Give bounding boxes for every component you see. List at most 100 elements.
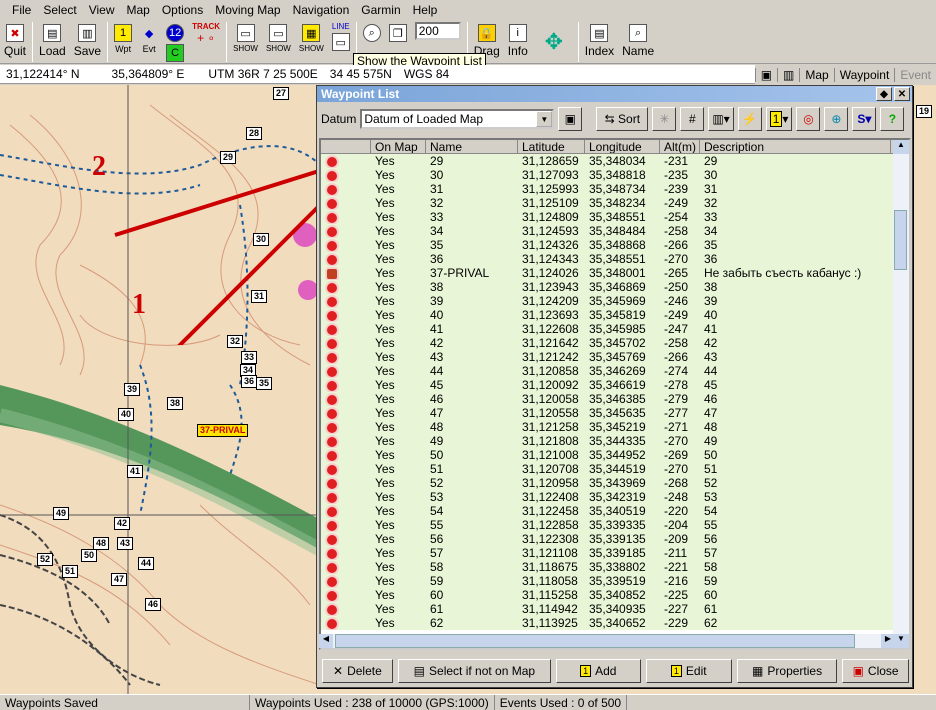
- scroll-up-arrow[interactable]: ▲: [893, 140, 909, 154]
- map-waypoint-label[interactable]: 19: [916, 105, 933, 118]
- table-row[interactable]: Yes 51 31,120708 35,344519 -270 51: [321, 462, 909, 476]
- table-row[interactable]: Yes 34 31,124593 35,348484 -258 34: [321, 224, 909, 238]
- map-waypoint-label[interactable]: 49: [53, 507, 70, 520]
- tab-waypoint[interactable]: Waypoint: [833, 67, 895, 82]
- evt-button[interactable]: ◆ Evt: [136, 20, 162, 64]
- menu-item-select[interactable]: Select: [37, 3, 82, 17]
- map-waypoint-label[interactable]: 47: [111, 573, 128, 586]
- scroll-thumb[interactable]: [894, 210, 907, 270]
- help-button[interactable]: ?: [880, 107, 905, 131]
- menu-item-file[interactable]: File: [6, 3, 37, 17]
- menu-item-options[interactable]: Options: [156, 3, 209, 17]
- quit-button[interactable]: ✖ Quit: [0, 20, 30, 64]
- vertical-scrollbar[interactable]: ▲ ▼: [893, 140, 909, 648]
- map-waypoint-label[interactable]: 46: [145, 598, 162, 611]
- table-row[interactable]: Yes 37-PRIVAL 31,124026 35,348001 -265 Не заб…: [321, 266, 909, 280]
- datum-map-button[interactable]: ▣: [558, 107, 583, 131]
- menu-item-view[interactable]: View: [83, 3, 121, 17]
- table-row[interactable]: Yes 38 31,123943 35,346869 -250 38: [321, 280, 909, 294]
- target-button[interactable]: ◎: [796, 107, 821, 131]
- show-button-1[interactable]: ▭ SHOW: [229, 20, 262, 64]
- map-waypoint-label[interactable]: 38: [167, 397, 184, 410]
- tab-event[interactable]: Event: [894, 67, 936, 82]
- waypoint-table[interactable]: On Map Name Latitude Longitude Alt(m) De…: [319, 138, 911, 650]
- name-button[interactable]: ⌕ Name: [618, 20, 658, 64]
- wpt-button[interactable]: 1 Wpt: [110, 20, 136, 64]
- map-waypoint-label[interactable]: 35: [256, 377, 273, 390]
- map-waypoint-label[interactable]: 31: [251, 290, 268, 303]
- sort-button[interactable]: ⇆ Sort: [596, 107, 649, 131]
- map-waypoint-label[interactable]: 43: [117, 537, 134, 550]
- col-icon[interactable]: [321, 140, 371, 153]
- menu-item-help[interactable]: Help: [407, 3, 444, 17]
- map-waypoint-label[interactable]: 29: [220, 151, 237, 164]
- menu-item-moving-map[interactable]: Moving Map: [209, 3, 286, 17]
- horizontal-scrollbar[interactable]: ◀ ▶: [319, 634, 895, 648]
- table-row[interactable]: Yes 57 31,121108 35,339185 -211 57: [321, 546, 909, 560]
- edit-button[interactable]: 1 Edit: [645, 659, 732, 683]
- map-waypoint-label[interactable]: 32: [227, 335, 244, 348]
- hscroll-left-arrow[interactable]: ◀: [319, 634, 333, 648]
- show-waypoint-list-button[interactable]: ▦ SHOW: [295, 20, 328, 64]
- table-row[interactable]: Yes 43 31,121242 35,345769 -266 43: [321, 350, 909, 364]
- map-waypoint-label[interactable]: 39: [124, 383, 141, 396]
- map-waypoint-label[interactable]: 40: [118, 408, 135, 421]
- table-row[interactable]: Yes 44 31,120858 35,346269 -274 44: [321, 364, 909, 378]
- map-waypoint-label[interactable]: 27: [273, 87, 290, 100]
- select-not-on-map-button[interactable]: ▤ Select if not on Map: [397, 659, 551, 683]
- map-waypoint-label[interactable]: 51: [62, 565, 79, 578]
- waypoint-menu-button[interactable]: 1 ▾: [765, 107, 793, 131]
- s-menu-button[interactable]: S▾: [852, 107, 877, 131]
- close-window-button[interactable]: ✕: [894, 87, 910, 101]
- table-row[interactable]: Yes 36 31,124343 35,348551 -270 36: [321, 252, 909, 266]
- table-row[interactable]: Yes 42 31,121642 35,345702 -258 42: [321, 336, 909, 350]
- col-longitude[interactable]: Longitude: [585, 140, 660, 153]
- table-row[interactable]: Yes 62 31,113925 35,340652 -229 62: [321, 616, 909, 630]
- save-gps-button[interactable]: ▥▾: [708, 107, 734, 131]
- load-button[interactable]: ▤ Load: [35, 20, 70, 64]
- info-button[interactable]: i Info: [504, 20, 532, 64]
- table-row[interactable]: Yes 39 31,124209 35,345969 -246 39: [321, 294, 909, 308]
- map-waypoint-label[interactable]: 33: [241, 351, 258, 364]
- table-row[interactable]: Yes 32 31,125109 35,348234 -249 32: [321, 196, 909, 210]
- table-row[interactable]: Yes 40 31,123693 35,345819 -249 40: [321, 308, 909, 322]
- map-waypoint-label[interactable]: 50: [81, 549, 98, 562]
- map-tab-icon-1[interactable]: ▣: [754, 67, 777, 82]
- index-button[interactable]: ▤ Index: [581, 20, 618, 64]
- table-row[interactable]: Yes 59 31,118058 35,339519 -216 59: [321, 574, 909, 588]
- table-row[interactable]: Yes 30 31,127093 35,348818 -235 30: [321, 168, 909, 182]
- table-row[interactable]: Yes 41 31,122608 35,345985 -247 41: [321, 322, 909, 336]
- restore-button[interactable]: ◆: [876, 87, 892, 101]
- map-waypoint-label[interactable]: 42: [114, 517, 131, 530]
- grid-button[interactable]: #: [680, 107, 705, 131]
- table-row[interactable]: Yes 33 31,124809 35,348551 -254 33: [321, 210, 909, 224]
- hscroll-thumb[interactable]: [335, 634, 855, 648]
- col-on-map[interactable]: On Map: [371, 140, 426, 153]
- save-button[interactable]: ▥ Save: [70, 20, 105, 64]
- table-row[interactable]: Yes 61 31,114942 35,340935 -227 61: [321, 602, 909, 616]
- col-name[interactable]: Name: [426, 140, 518, 153]
- map-waypoint-label[interactable]: 41: [127, 465, 144, 478]
- col-description[interactable]: Description: [700, 140, 891, 153]
- pan-button[interactable]: ✥: [532, 20, 576, 64]
- table-row[interactable]: Yes 58 31,118675 35,338802 -221 58: [321, 560, 909, 574]
- map-waypoint-label[interactable]: 36: [241, 375, 258, 388]
- waypoint-list-titlebar[interactable]: Waypoint List ◆ ✕: [317, 86, 912, 102]
- table-row[interactable]: Yes 53 31,122408 35,342319 -248 53: [321, 490, 909, 504]
- menu-item-map[interactable]: Map: [121, 3, 156, 17]
- table-row[interactable]: Yes 60 31,115258 35,340852 -225 60: [321, 588, 909, 602]
- table-row[interactable]: Yes 35 31,124326 35,348868 -266 35: [321, 238, 909, 252]
- table-row[interactable]: Yes 55 31,122858 35,339335 -204 55: [321, 518, 909, 532]
- table-row[interactable]: Yes 31 31,125993 35,348734 -239 31: [321, 182, 909, 196]
- zoom-input[interactable]: 200: [414, 22, 461, 40]
- map-waypoint-label[interactable]: 44: [138, 557, 155, 570]
- hscroll-right-arrow[interactable]: ▶: [881, 634, 895, 648]
- route-button[interactable]: 12 C: [162, 20, 188, 64]
- map-waypoint-label[interactable]: 28: [246, 127, 263, 140]
- table-row[interactable]: Yes 50 31,121008 35,344952 -269 50: [321, 448, 909, 462]
- track-button[interactable]: TRACK + ∘: [188, 20, 224, 64]
- add-button[interactable]: 1 Add: [556, 659, 641, 683]
- table-row[interactable]: Yes 46 31,120058 35,346385 -279 46: [321, 392, 909, 406]
- show-button-2[interactable]: ▭ SHOW: [262, 20, 295, 64]
- menu-item-garmin[interactable]: Garmin: [355, 3, 406, 17]
